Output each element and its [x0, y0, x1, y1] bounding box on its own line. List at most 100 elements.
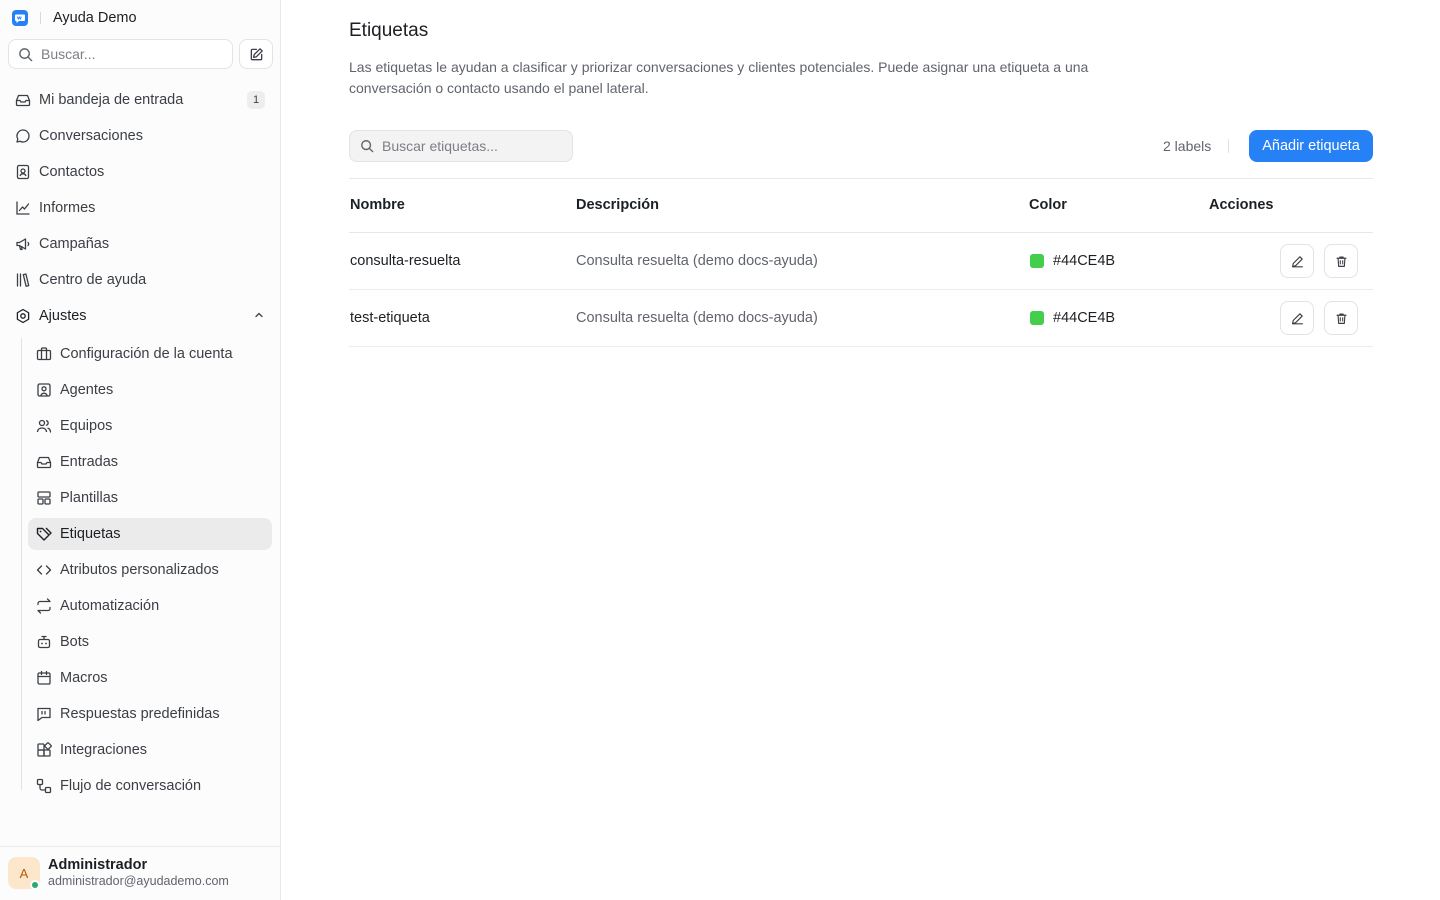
edit-label-button[interactable]: [1280, 301, 1314, 335]
online-status-dot: [30, 880, 40, 890]
contact-book-icon: [15, 164, 31, 180]
settings-item-integrations[interactable]: Integraciones: [28, 734, 272, 766]
user-profile[interactable]: A Administrador administrador@ayudademo.…: [0, 846, 280, 900]
brand-logo-icon: [12, 10, 28, 26]
bot-icon: [36, 634, 52, 650]
settings-item-agents[interactable]: Agentes: [28, 374, 272, 406]
brand: Ayuda Demo: [12, 9, 137, 27]
nav-item-label: Centro de ayuda: [39, 272, 147, 288]
briefcase-icon: [36, 346, 52, 362]
nav-item-settings[interactable]: Ajustes: [8, 300, 272, 332]
search-icon: [360, 139, 374, 153]
label-color-code: #44CE4B: [1053, 253, 1116, 269]
settings-item-label: Macros: [60, 670, 108, 686]
nav-item-label: Mi bandeja de entrada: [39, 92, 184, 108]
workflow-icon: [36, 778, 52, 794]
nav-item-label: Ajustes: [39, 308, 87, 324]
table-row: test-etiqueta Consulta resuelta (demo do…: [349, 290, 1373, 347]
settings-item-custom-attributes[interactable]: Atributos personalizados: [28, 554, 272, 586]
settings-tree-line: [21, 338, 22, 790]
trash-icon: [1335, 255, 1348, 268]
table-row: consulta-resuelta Consulta resuelta (dem…: [349, 233, 1373, 290]
settings-item-canned-responses[interactable]: Respuestas predefinidas: [28, 698, 272, 730]
code-icon: [36, 562, 52, 578]
settings-item-label: Integraciones: [60, 742, 148, 758]
settings-item-conversation-flow[interactable]: Flujo de conversación: [28, 770, 272, 802]
labels-count: 2 labels: [1163, 138, 1212, 154]
compose-button[interactable]: [239, 39, 273, 69]
settings-item-label: Plantillas: [60, 490, 119, 506]
edit-label-button[interactable]: [1280, 244, 1314, 278]
nav-item-conversations[interactable]: Conversaciones: [8, 120, 272, 152]
settings-item-label: Atributos personalizados: [60, 562, 219, 578]
labels-search-input[interactable]: [382, 138, 562, 154]
nav-item-contacts[interactable]: Contactos: [8, 156, 272, 188]
chart-line-icon: [15, 200, 31, 216]
settings-item-label: Bots: [60, 634, 90, 650]
inbox-count-badge: 1: [247, 91, 265, 109]
pencil-icon: [1291, 255, 1304, 268]
color-swatch: [1030, 311, 1044, 325]
color-swatch: [1030, 254, 1044, 268]
delete-label-button[interactable]: [1324, 301, 1358, 335]
settings-item-automation[interactable]: Automatización: [28, 590, 272, 622]
column-header-color: Color: [1029, 197, 1067, 213]
add-label-button[interactable]: Añadir etiqueta: [1249, 130, 1373, 162]
trash-icon: [1335, 312, 1348, 325]
arrows-swap-icon: [36, 598, 52, 614]
chevron-up-icon[interactable]: [253, 309, 265, 321]
nav-item-reports[interactable]: Informes: [8, 192, 272, 224]
nav-item-help-center[interactable]: Centro de ayuda: [8, 264, 272, 296]
sidebar-search[interactable]: [8, 39, 233, 69]
label-description: Consulta resuelta (demo docs-ayuda): [576, 253, 818, 269]
brand-name[interactable]: Ayuda Demo: [53, 10, 137, 26]
nav-item-label: Campañas: [39, 236, 110, 252]
settings-item-label: Automatización: [60, 598, 160, 614]
nav-item-label: Contactos: [39, 164, 105, 180]
settings-item-inboxes[interactable]: Entradas: [28, 446, 272, 478]
nav-item-label: Conversaciones: [39, 128, 143, 144]
column-header-name: Nombre: [350, 197, 405, 213]
user-square-icon: [36, 382, 52, 398]
page-title: Etiquetas: [349, 20, 429, 41]
delete-label-button[interactable]: [1324, 244, 1358, 278]
settings-item-templates[interactable]: Plantillas: [28, 482, 272, 514]
search-icon: [18, 47, 33, 62]
chat-bubble-icon: [15, 128, 31, 144]
settings-item-labels[interactable]: Etiquetas: [28, 518, 272, 550]
label-description: Consulta resuelta (demo docs-ayuda): [576, 310, 818, 326]
toolbar-divider: [1228, 139, 1229, 153]
layout-template-icon: [36, 490, 52, 506]
settings-item-label: Flujo de conversación: [60, 778, 202, 794]
nav-item-label: Informes: [39, 200, 96, 216]
sidebar: Ayuda Demo Mi bandeja de entrada 1 Conve…: [0, 0, 281, 900]
megaphone-icon: [15, 236, 31, 252]
users-icon: [36, 418, 52, 434]
user-name: Administrador: [48, 857, 148, 873]
calendar-icon: [36, 670, 52, 686]
quote-message-icon: [36, 706, 52, 722]
settings-item-macros[interactable]: Macros: [28, 662, 272, 694]
settings-item-label: Etiquetas: [60, 526, 121, 542]
settings-item-label: Equipos: [60, 418, 113, 434]
label-name: test-etiqueta: [350, 310, 430, 326]
settings-item-label: Agentes: [60, 382, 114, 398]
user-email: administrador@ayudademo.com: [48, 874, 229, 888]
library-icon: [15, 272, 31, 288]
settings-item-bots[interactable]: Bots: [28, 626, 272, 658]
pencil-icon: [1291, 312, 1304, 325]
settings-item-label: Respuestas predefinidas: [60, 706, 220, 722]
nav-item-inbox[interactable]: Mi bandeja de entrada 1: [8, 84, 272, 116]
settings-gear-icon: [15, 308, 31, 324]
page-description: Las etiquetas le ayudan a clasificar y p…: [349, 59, 1089, 96]
column-header-actions: Acciones: [1209, 197, 1274, 213]
blocks-icon: [36, 742, 52, 758]
labels-search[interactable]: [349, 130, 573, 162]
label-color-code: #44CE4B: [1053, 310, 1116, 326]
nav-item-campaigns[interactable]: Campañas: [8, 228, 272, 260]
table-divider: [349, 178, 1373, 179]
settings-item-teams[interactable]: Equipos: [28, 410, 272, 442]
sidebar-search-input[interactable]: [41, 46, 221, 62]
settings-item-account[interactable]: Configuración de la cuenta: [28, 338, 272, 370]
settings-item-label: Entradas: [60, 454, 119, 470]
